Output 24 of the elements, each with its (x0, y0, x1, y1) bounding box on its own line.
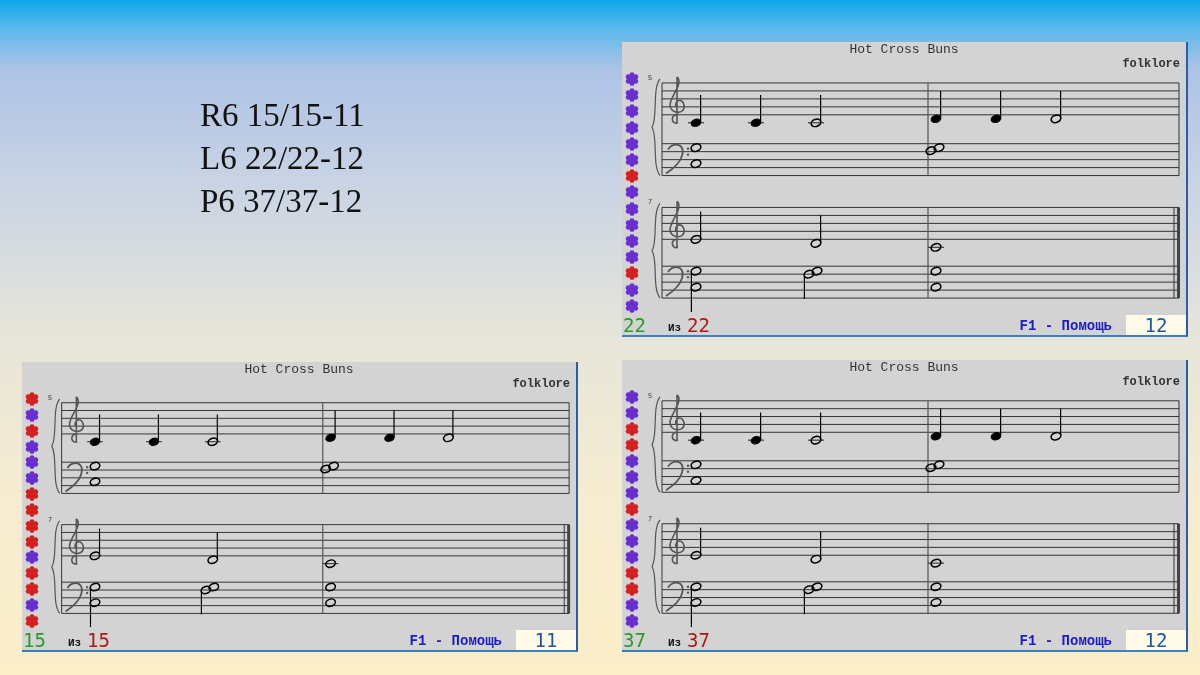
of-label: Из (667, 321, 682, 335)
of-label: Из (667, 636, 682, 650)
composer-label: folklore (1121, 375, 1181, 389)
slide-text-line: P6 37/37-12 (200, 182, 364, 221)
help-hint: F1 - Помощь (1019, 632, 1112, 650)
help-hint: F1 - Помощь (409, 632, 502, 650)
score-title: Hot Cross Buns (848, 361, 960, 375)
correct-count: 15 (22, 630, 46, 650)
correct-count: 37 (622, 630, 646, 650)
of-label: Из (67, 636, 82, 650)
slide-text-line: R6 15/15-11 (200, 96, 366, 135)
score-value: 12 (1126, 630, 1186, 650)
help-hint: F1 - Помощь (1019, 317, 1112, 335)
total-count: 22 (687, 315, 710, 335)
slide-text-line: L6 22/22-12 (200, 139, 366, 178)
total-count: 15 (87, 630, 110, 650)
correct-count: 22 (622, 315, 646, 335)
composer-label: folklore (511, 377, 571, 391)
total-count: 37 (687, 630, 710, 650)
score-title: Hot Cross Buns (243, 363, 355, 377)
score-value: 11 (516, 630, 576, 650)
composer-label: folklore (1121, 57, 1181, 71)
score-title: Hot Cross Buns (848, 43, 960, 57)
score-value: 12 (1126, 315, 1186, 335)
